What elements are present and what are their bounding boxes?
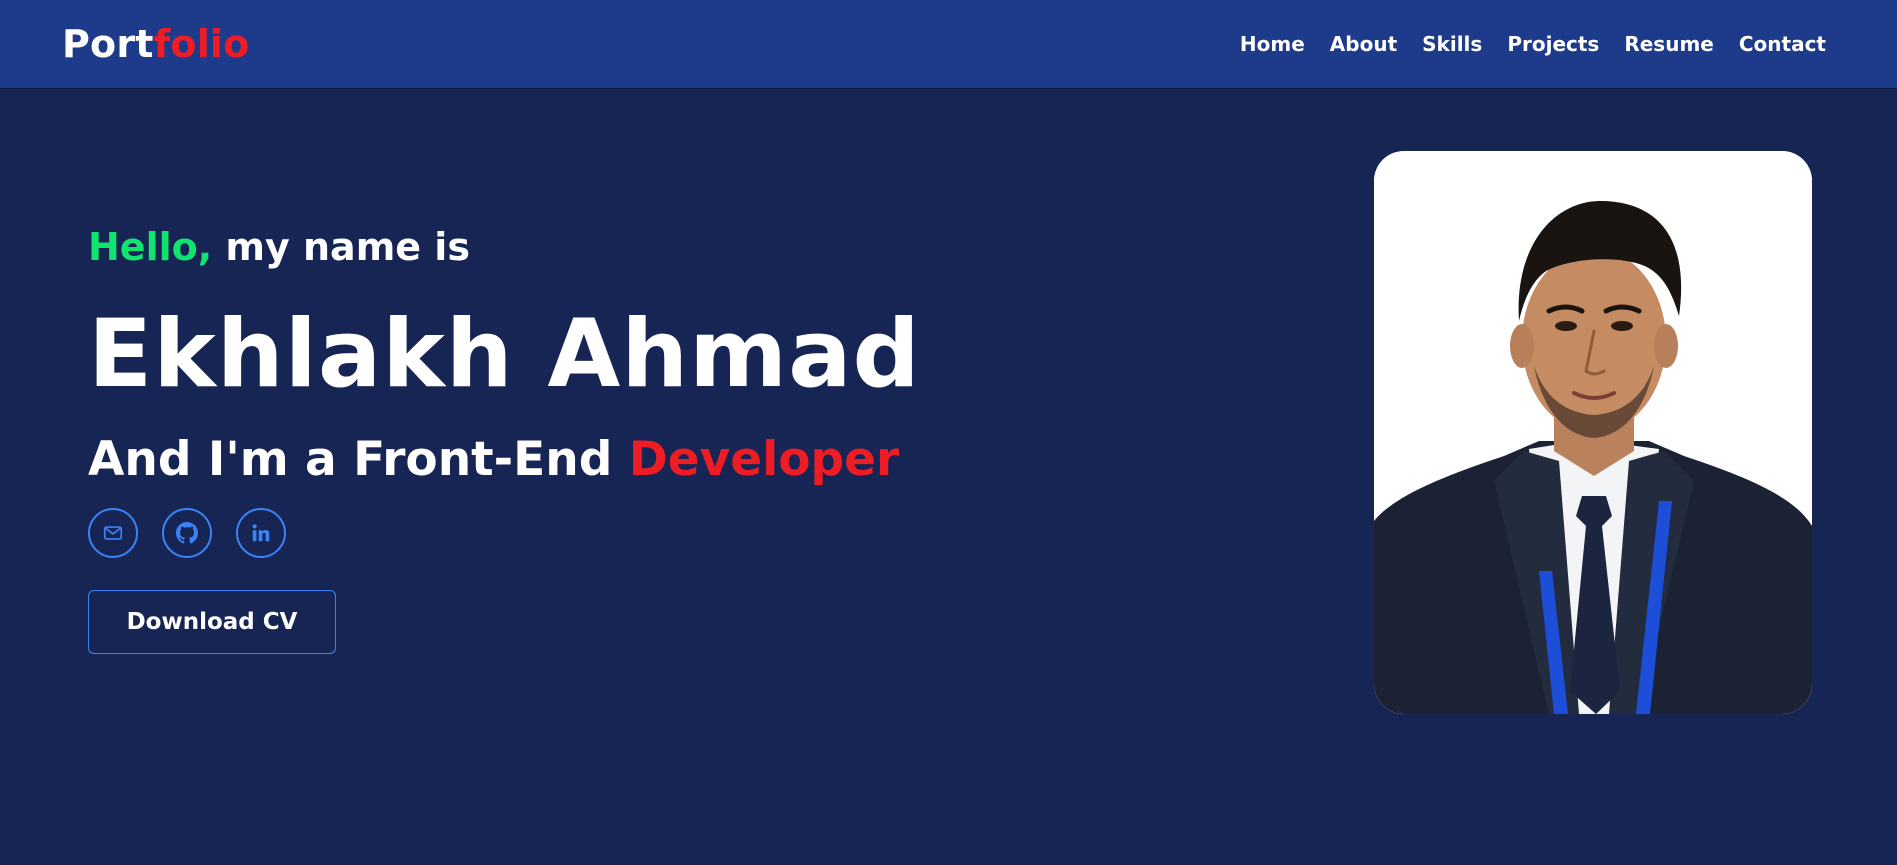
profile-portrait-image xyxy=(1374,151,1812,714)
mail-icon xyxy=(103,526,123,540)
nav-link-skills[interactable]: Skills xyxy=(1422,30,1482,58)
nav-link-about[interactable]: About xyxy=(1330,30,1397,58)
logo-text-folio: folio xyxy=(153,22,250,66)
role-highlight: Developer xyxy=(628,432,900,487)
github-icon xyxy=(176,522,198,544)
nav-link-resume[interactable]: Resume xyxy=(1624,30,1714,58)
logo-text-port: Port xyxy=(62,22,154,66)
hero-name: Ekhlakh Ahmad xyxy=(88,300,921,409)
social-email-link[interactable] xyxy=(88,508,138,558)
greeting: Hello, my name is xyxy=(88,220,988,274)
nav-link-projects[interactable]: Projects xyxy=(1507,30,1599,58)
nav-link-home[interactable]: Home xyxy=(1240,30,1305,58)
logo[interactable]: Portfolio xyxy=(62,20,249,68)
role-prefix: And I'm a Front-End xyxy=(88,432,629,487)
linkedin-icon xyxy=(252,524,270,542)
social-links xyxy=(88,508,286,558)
hero-role: And I'm a Front-End Developer xyxy=(88,428,899,492)
nav-link-contact[interactable]: Contact xyxy=(1739,30,1826,58)
greeting-hello: Hello, xyxy=(88,225,213,269)
social-linkedin-link[interactable] xyxy=(236,508,286,558)
nav-links: Home About Skills Projects Resume Contac… xyxy=(1240,30,1826,58)
greeting-rest: my name is xyxy=(212,225,470,269)
hero-section: Hello, my name is Ekhlakh Ahmad And I'm … xyxy=(88,220,988,654)
navbar: Portfolio Home About Skills Projects Res… xyxy=(0,0,1897,88)
profile-photo xyxy=(1374,151,1812,714)
download-cv-button[interactable]: Download CV xyxy=(88,590,336,654)
social-github-link[interactable] xyxy=(162,508,212,558)
